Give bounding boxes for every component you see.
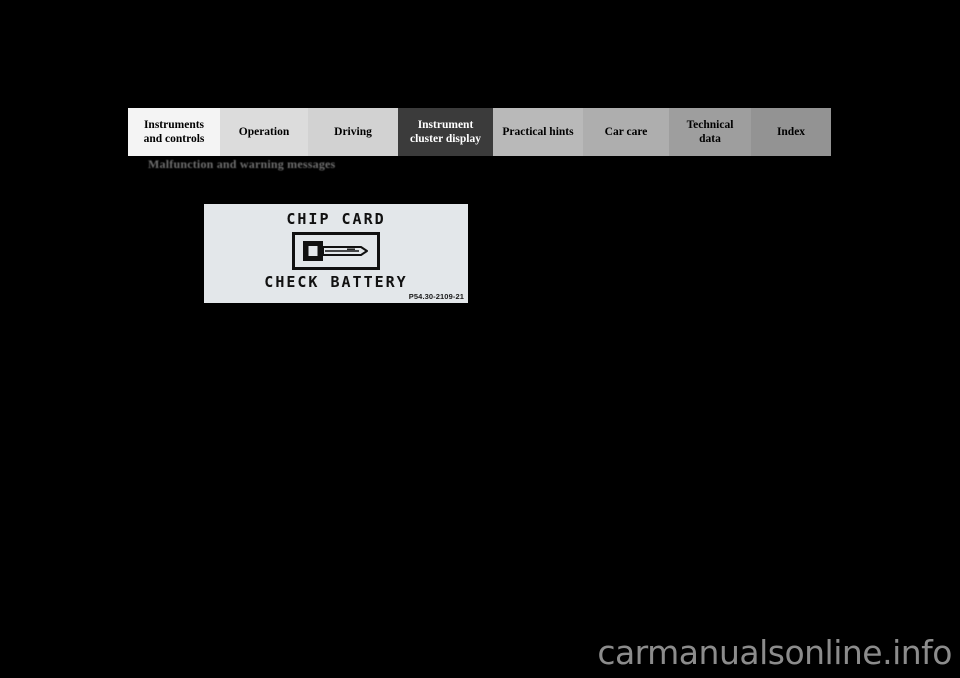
tab-label: Car care bbox=[604, 125, 648, 138]
tab-label: Technical data bbox=[686, 118, 734, 145]
tab-practical-hints[interactable]: Practical hints bbox=[493, 108, 583, 156]
tab-label: Instruments and controls bbox=[143, 118, 205, 145]
display-line-check-battery: CHECK BATTERY bbox=[264, 273, 408, 291]
tab-label: Driving bbox=[334, 125, 372, 138]
chapter-tab-bar: Instruments and controls Operation Drivi… bbox=[128, 108, 831, 156]
figure-caption: P54.30-2109-21 bbox=[408, 292, 464, 301]
tab-instrument-cluster-display[interactable]: Instrument cluster display bbox=[398, 108, 493, 156]
instrument-cluster-display: CHIP CARD CHECK BATTERY bbox=[204, 210, 468, 291]
tab-label: Practical hints bbox=[502, 125, 574, 138]
tab-label: Instrument cluster display bbox=[409, 118, 482, 145]
key-icon-frame bbox=[292, 232, 380, 270]
tab-operation[interactable]: Operation bbox=[220, 108, 308, 156]
tab-label: Index bbox=[776, 125, 806, 138]
tab-index[interactable]: Index bbox=[751, 108, 831, 156]
tab-instruments-and-controls[interactable]: Instruments and controls bbox=[128, 108, 220, 156]
display-line-chip-card: CHIP CARD bbox=[286, 210, 386, 228]
key-icon bbox=[303, 240, 369, 262]
tab-car-care[interactable]: Car care bbox=[583, 108, 669, 156]
section-heading: Malfunction and warning messages bbox=[148, 157, 336, 171]
illustration-panel: CHIP CARD CHECK BATTERY P54.30-2109-21 bbox=[204, 204, 468, 303]
site-watermark: carmanualsonline.info bbox=[597, 633, 952, 672]
tab-technical-data[interactable]: Technical data bbox=[669, 108, 751, 156]
tab-driving[interactable]: Driving bbox=[308, 108, 398, 156]
tab-label: Operation bbox=[238, 125, 290, 138]
